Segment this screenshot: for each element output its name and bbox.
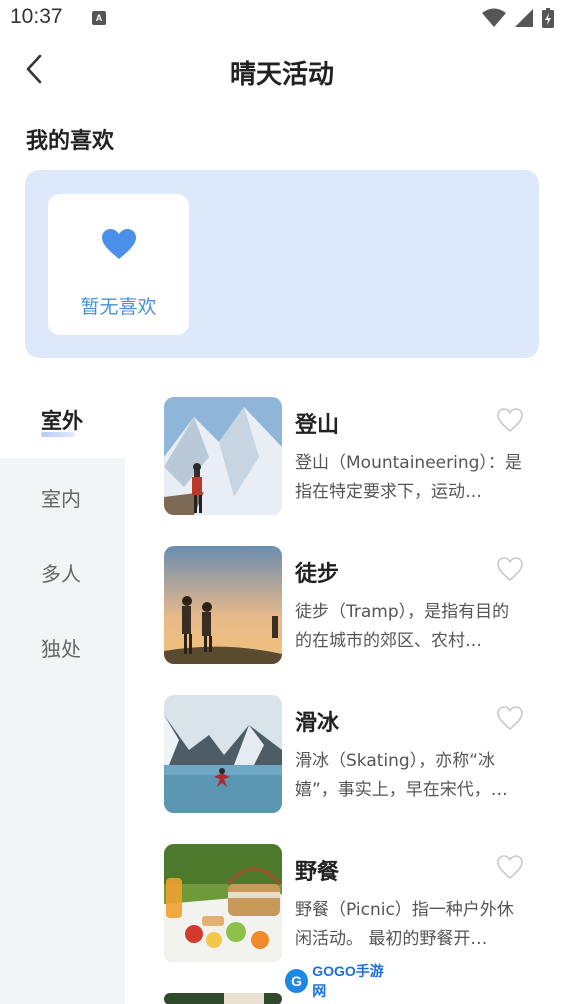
activity-title: 登山: [295, 413, 340, 438]
watermark: G GOGO手游网: [285, 963, 395, 999]
activity-description: 滑冰（Skating），亦称“冰嬉”，事实上，早在宋代，…: [295, 751, 508, 800]
activity-item-skating[interactable]: 滑冰 滑冰（Skating），亦称“冰嬉”，事实上，早在宋代，…: [150, 681, 542, 821]
activity-image: [164, 397, 282, 515]
signal-icon: [515, 9, 533, 27]
activity-title: 徒步: [295, 562, 340, 587]
heart-outline-icon[interactable]: [496, 407, 524, 433]
activity-image: [164, 695, 282, 813]
favorites-empty-card: 暂无喜欢: [48, 194, 189, 335]
category-indoor[interactable]: 室内: [0, 458, 125, 534]
activity-image: [164, 993, 282, 1004]
watermark-text: GOGO手游网: [312, 963, 384, 999]
activity-description: 徒步（Tramp），是指有目的的在城市的郊区、农村…: [295, 602, 510, 651]
favorites-title: 我的喜欢: [26, 129, 115, 154]
category-outdoor[interactable]: 室外: [0, 380, 125, 456]
category-label: 独处: [41, 637, 81, 661]
heart-outline-icon[interactable]: [496, 705, 524, 731]
activity-description: 登山（Mountaineering）：是指在特定要求下，运动…: [295, 453, 522, 502]
category-solo[interactable]: 独处: [0, 608, 125, 684]
wifi-icon: [482, 8, 506, 27]
activity-title: 野餐: [295, 860, 340, 885]
watermark-logo: G: [285, 969, 309, 993]
activity-item-hiking[interactable]: 徒步 徒步（Tramp），是指有目的的在城市的郊区、农村…: [150, 532, 542, 672]
activity-item-mountaineering[interactable]: 登山 登山（Mountaineering）：是指在特定要求下，运动…: [150, 383, 542, 523]
heart-outline-icon[interactable]: [496, 556, 524, 582]
status-icons: [482, 8, 554, 28]
active-indicator: [41, 432, 75, 437]
category-group[interactable]: 多人: [0, 533, 125, 609]
page-title: 晴天活动: [229, 60, 334, 90]
heart-icon: [102, 229, 136, 259]
activity-item-picnic[interactable]: 野餐 野餐（Picnic）指一种户外休闲活动。 最初的野餐开…: [150, 830, 542, 970]
status-bar: 10:37 A: [0, 0, 564, 38]
notification-icon: A: [92, 11, 106, 25]
activity-description: 野餐（Picnic）指一种户外休闲活动。 最初的野餐开…: [295, 900, 514, 949]
header: 晴天活动: [0, 40, 564, 104]
favorites-empty-text: 暂无喜欢: [80, 296, 157, 318]
activity-title: 滑冰: [295, 711, 340, 736]
category-label: 室内: [41, 487, 81, 511]
activity-image: [164, 546, 282, 664]
battery-icon: [542, 8, 554, 28]
category-label: 多人: [41, 562, 81, 586]
activity-image: [164, 844, 282, 962]
category-label: 室外: [41, 409, 83, 433]
category-sidebar: 室外 室内 多人 独处: [0, 380, 125, 1004]
favorites-panel: 暂无喜欢: [25, 170, 539, 358]
status-time: 10:37: [10, 5, 63, 28]
heart-outline-icon[interactable]: [496, 854, 524, 880]
